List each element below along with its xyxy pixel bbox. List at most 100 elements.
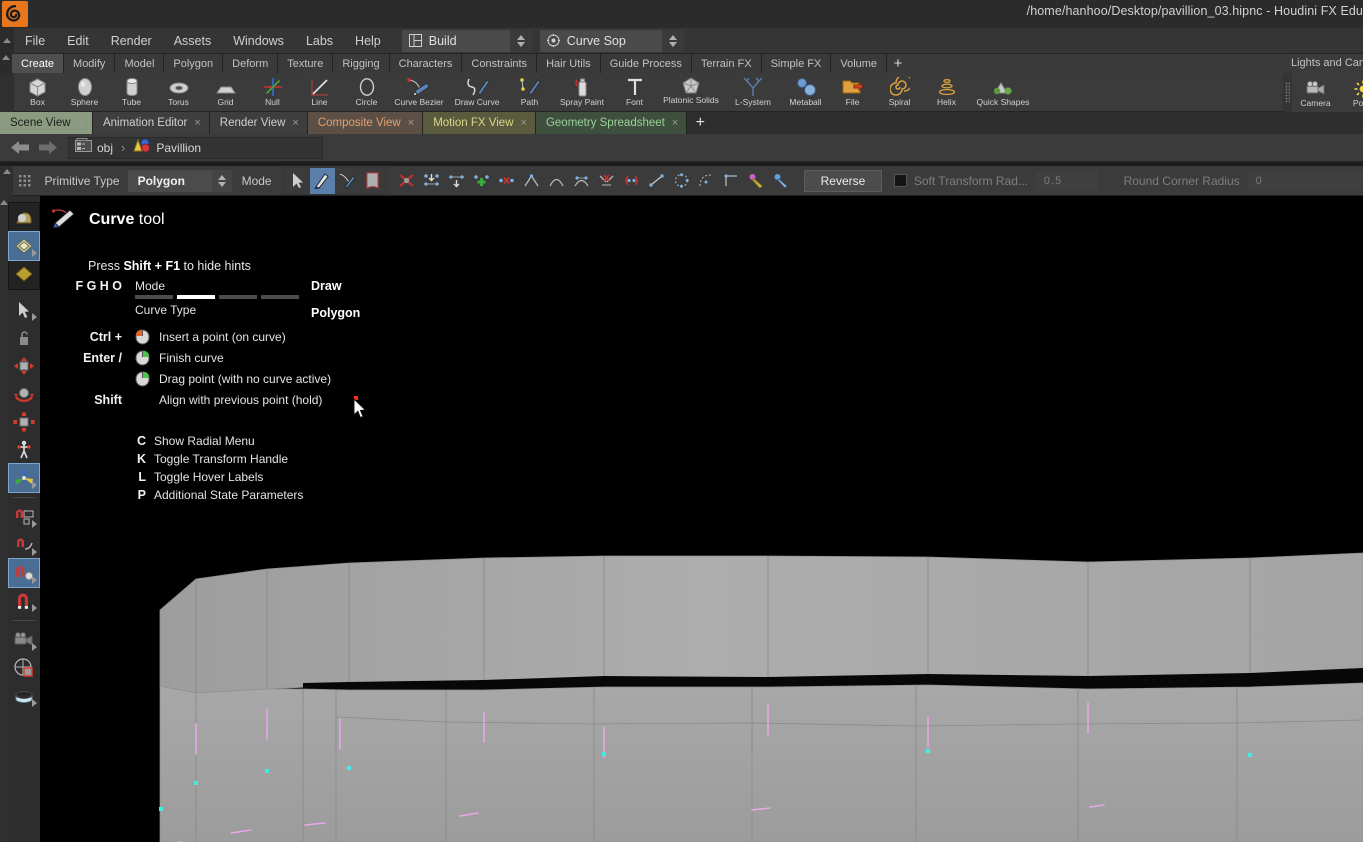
breadcrumb-root[interactable]: obj [97, 141, 113, 155]
join-points-button[interactable] [618, 167, 644, 194]
shelf-tab-volume[interactable]: Volume [831, 54, 888, 73]
shelf-tool-spray-paint[interactable]: Spray Paint [553, 73, 611, 112]
bezier-handle-button[interactable] [568, 167, 594, 194]
scale-handle-button[interactable] [9, 408, 39, 436]
breadcrumb-node[interactable]: Pavillion [156, 141, 201, 155]
point-snap-button[interactable] [8, 558, 40, 588]
tab-motion-fx-view[interactable]: Motion FX View × [423, 112, 536, 134]
shelf-tool-box[interactable]: Box [14, 73, 61, 112]
delete-point-button[interactable] [393, 167, 419, 194]
viewport-layout-button[interactable] [9, 654, 39, 682]
shelf-tool-spiral[interactable]: Spiral [876, 73, 923, 112]
viewport-left-gutter[interactable] [0, 196, 8, 842]
shelf-tool-quick-shapes[interactable]: Quick Shapes [970, 73, 1036, 112]
shelf-tool-curve-bezier[interactable]: Curve Bezier [390, 73, 448, 112]
toolset-selector[interactable]: Curve Sop [539, 29, 662, 52]
insert-point-above-button[interactable] [443, 167, 469, 194]
shelf-tool-sphere[interactable]: Sphere [61, 73, 108, 112]
menu-edit[interactable]: Edit [56, 28, 100, 54]
round-corner-radius-input[interactable]: 0 [1247, 170, 1363, 191]
shelf-tool-helix[interactable]: Helix [923, 73, 970, 112]
circle-fit-button[interactable] [668, 167, 694, 194]
sharp-corner-button[interactable] [518, 167, 544, 194]
mode-segment-active[interactable] [177, 295, 215, 299]
pose-handle-button[interactable] [9, 436, 39, 464]
shelf-tool-circle[interactable]: Circle [343, 73, 390, 112]
mode-segment[interactable] [135, 295, 173, 299]
arrow-left-icon[interactable] [8, 138, 32, 158]
smooth-wire-shaded-button[interactable] [8, 231, 40, 261]
shelf-tool-tube[interactable]: Tube [108, 73, 155, 112]
menu-scroll-up[interactable] [0, 27, 14, 54]
menu-assets[interactable]: Assets [163, 28, 223, 54]
handle-lock-button[interactable] [9, 324, 39, 352]
mode-draw-button[interactable] [309, 167, 335, 194]
chevron-updown-icon[interactable] [211, 169, 232, 192]
desktop-spinner[interactable] [509, 29, 532, 52]
rotate-handle-button[interactable] [9, 380, 39, 408]
shelf-tool-torus[interactable]: Torus [155, 73, 202, 112]
remove-point-button[interactable] [493, 167, 519, 194]
shelf-tool-platonic-solids[interactable]: Platonic Solids [658, 73, 724, 112]
corner-fit-button[interactable] [718, 167, 744, 194]
mode-sheet-button[interactable] [359, 167, 385, 194]
mode-select-button[interactable] [284, 167, 310, 194]
shelf-tool-grid[interactable]: Grid [202, 73, 249, 112]
insert-point-below-button[interactable] [418, 167, 444, 194]
primitive-snap-button[interactable] [9, 531, 39, 559]
shelf-tool-null[interactable]: Null [249, 73, 296, 112]
shelf-tab-create[interactable]: Create [12, 54, 65, 73]
shelf-tab-deform[interactable]: Deform [223, 54, 279, 73]
shelf-tab-modify[interactable]: Modify [64, 54, 116, 73]
tab-scene-view[interactable]: Scene View × [0, 112, 93, 134]
tab-render-view[interactable]: Render View × [209, 112, 308, 134]
mode-segment-bar[interactable] [135, 295, 299, 299]
mode-edit-button[interactable] [334, 167, 360, 194]
shelf-tool-font[interactable]: Font [611, 73, 658, 112]
shelf-tab-model[interactable]: Model [115, 54, 165, 73]
straight-line-button[interactable] [643, 167, 669, 194]
menu-help[interactable]: Help [344, 28, 392, 54]
shelf-tool-draw-curve[interactable]: Draw Curve [448, 73, 506, 112]
viewport-camera-button[interactable] [9, 626, 39, 654]
shelf-tab-characters[interactable]: Characters [389, 54, 463, 73]
shelf-tab-hair-utils[interactable]: Hair Utils [537, 54, 601, 73]
tab-geometry-spreadsheet[interactable]: Geometry Spreadsheet × [535, 112, 688, 134]
shelf-add-tab-button[interactable]: + [887, 54, 910, 73]
close-icon[interactable]: × [672, 117, 678, 129]
add-point-button[interactable] [468, 167, 494, 194]
shelf-tab-guide-process[interactable]: Guide Process [600, 54, 692, 73]
shelf-tool-line[interactable]: Line [296, 73, 343, 112]
shelf-tab-constraints[interactable]: Constraints [462, 54, 538, 73]
reverse-button[interactable]: Reverse [803, 169, 883, 192]
pane-add-tab-button[interactable]: + [687, 112, 713, 134]
multi-snap-button[interactable] [9, 587, 39, 615]
scene-viewport[interactable]: Curve tool Press Shift + F1 to hide hint… [0, 196, 1363, 842]
flat-shaded-button[interactable] [9, 260, 39, 288]
shelf-tool-camera[interactable]: Camera [1292, 73, 1339, 112]
tab-animation-editor[interactable]: Animation Editor × [92, 112, 210, 134]
grid-snap-button[interactable] [9, 503, 39, 531]
shelf-drag-handle[interactable] [1283, 73, 1292, 112]
toolset-spinner[interactable] [661, 29, 684, 52]
menu-render[interactable]: Render [100, 28, 163, 54]
close-icon[interactable]: × [194, 117, 200, 129]
menu-labs[interactable]: Labs [295, 28, 344, 54]
shelf-tab-simple-fx[interactable]: Simple FX [761, 54, 832, 73]
soft-transform-radius-input[interactable]: 0.5 [1035, 170, 1098, 191]
menu-windows[interactable]: Windows [222, 28, 295, 54]
shelf-tool-l-system[interactable]: L-System [724, 73, 782, 112]
shelf-tab-polygon[interactable]: Polygon [164, 54, 224, 73]
break-tangent-button[interactable] [593, 167, 619, 194]
shelf-scroll-up[interactable] [0, 54, 12, 73]
magnet-pick-button[interactable] [743, 167, 769, 194]
smooth-shaded-button[interactable] [9, 204, 39, 232]
arc-fit-button[interactable] [693, 167, 719, 194]
close-icon[interactable]: × [78, 117, 84, 129]
menu-file[interactable]: File [14, 28, 56, 54]
shelf-tab-texture[interactable]: Texture [278, 54, 334, 73]
close-icon[interactable]: × [408, 117, 414, 129]
select-tool-button[interactable] [9, 296, 39, 324]
shelf-tab-terrain-fx[interactable]: Terrain FX [691, 54, 762, 73]
shelf-tool-point-light[interactable]: Point [1339, 73, 1363, 112]
